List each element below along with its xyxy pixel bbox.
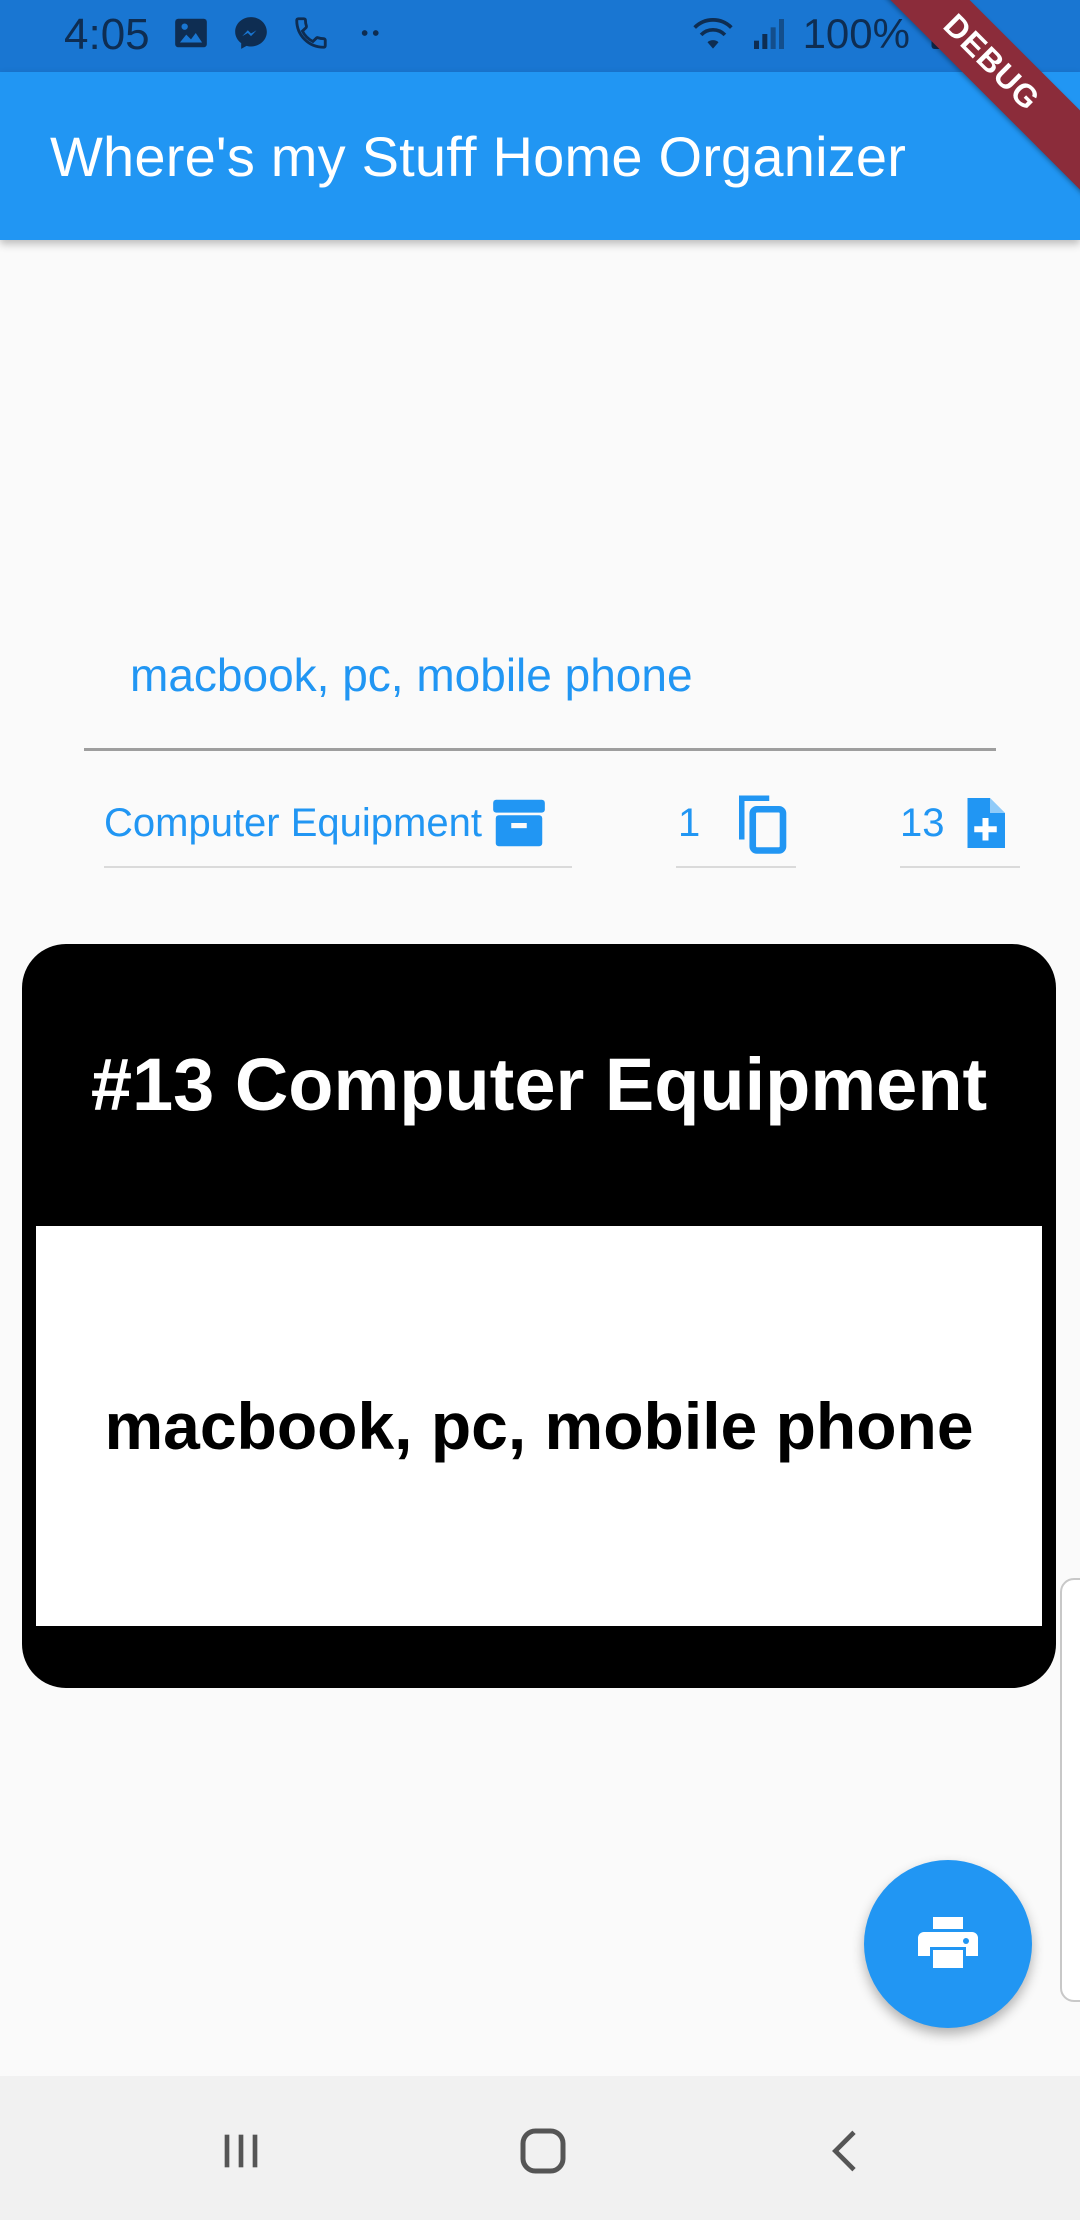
more-dots-icon [361, 30, 379, 36]
home-icon [520, 2128, 566, 2174]
label-preview: #13 Computer Equipment macbook, pc, mobi… [22, 944, 1056, 1688]
app-title: Where's my Stuff Home Organizer [50, 125, 907, 188]
back-icon [832, 2130, 856, 2172]
items-input-value: macbook, pc, mobile phone [130, 649, 693, 701]
note-add-icon [967, 798, 1005, 848]
wifi-icon [692, 18, 733, 49]
label-body-text: macbook, pc, mobile phone [104, 1389, 974, 1463]
home-button[interactable] [508, 2116, 578, 2186]
back-button[interactable] [812, 2116, 882, 2186]
box-number-value: 13 [900, 800, 945, 845]
label-title: #13 Computer Equipment [90, 1043, 988, 1126]
box-number-field[interactable]: 13 [900, 780, 1020, 868]
image-icon [175, 18, 207, 48]
label-options-row: Computer Equipment 1 13 [0, 780, 1080, 870]
archive-icon [493, 799, 545, 847]
status-time: 4:05 [64, 10, 150, 59]
recents-icon [224, 2134, 258, 2168]
category-value: Computer Equipment [104, 800, 482, 845]
copy-icon [739, 795, 787, 854]
signal-icon [753, 19, 784, 49]
print-button[interactable] [864, 1860, 1032, 2028]
print-icon [918, 1917, 978, 1968]
battery-level: 100% [802, 10, 910, 57]
category-field[interactable]: Computer Equipment [104, 780, 572, 868]
items-input[interactable]: macbook, pc, mobile phone [84, 638, 996, 751]
label-body: macbook, pc, mobile phone [36, 1226, 1042, 1626]
copies-value: 1 [678, 800, 701, 845]
notification-icons [172, 14, 390, 52]
messenger-icon [235, 17, 267, 49]
copies-field[interactable]: 1 [676, 780, 796, 868]
recents-button[interactable] [206, 2116, 276, 2186]
app-bar: Where's my Stuff Home Organizer [0, 72, 1080, 240]
edge-panel-handle[interactable] [1060, 1578, 1080, 2002]
call-icon [295, 17, 327, 49]
app-screen: 4:05 100% Where's my Stuff Home Organize… [0, 0, 1080, 2220]
navigation-bar [0, 2076, 1080, 2220]
